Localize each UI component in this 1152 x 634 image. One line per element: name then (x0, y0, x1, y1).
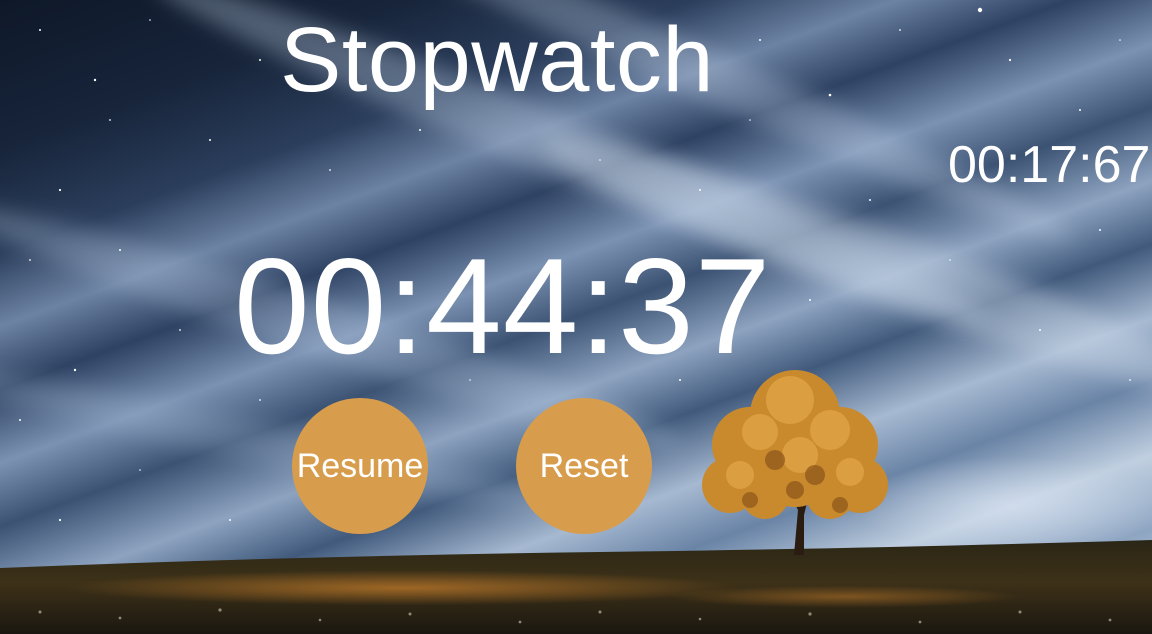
stopwatch-screen: Stopwatch 00:17:67 00:44:37 Resume Reset (0, 0, 1152, 634)
reset-button[interactable]: Reset (516, 398, 652, 534)
page-title: Stopwatch (280, 9, 715, 111)
autumn-tree (702, 370, 888, 555)
elapsed-time-display: 00:44:37 (234, 230, 772, 382)
resume-button[interactable]: Resume (292, 398, 428, 534)
lap-time: 00:17:67 (948, 136, 1151, 194)
